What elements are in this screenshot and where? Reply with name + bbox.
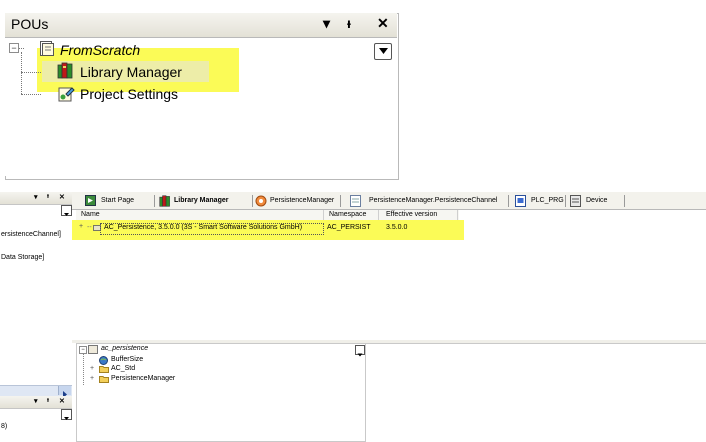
tab-separator — [565, 195, 566, 207]
tab-persistence-manager[interactable]: PersistenceManager — [255, 194, 335, 208]
expand-toggle[interactable]: + — [79, 223, 83, 230]
chevron-down-icon — [378, 48, 388, 54]
close-icon[interactable]: ✕ — [59, 193, 65, 201]
collapse-toggle[interactable]: − — [9, 43, 19, 53]
dock-list-item[interactable]: ersistenceChannel] — [1, 231, 61, 238]
library-books-icon — [159, 195, 170, 207]
tab-library-manager[interactable]: Library Manager — [159, 194, 249, 208]
column-header-name[interactable]: Name — [81, 211, 100, 218]
library-books-icon — [57, 62, 73, 79]
globe-icon — [99, 356, 108, 365]
tree-item-project-settings[interactable]: Project Settings — [80, 86, 178, 102]
document-icon — [350, 195, 361, 207]
expand-toggle[interactable]: + — [90, 365, 94, 372]
row-focus-rect — [100, 223, 324, 235]
persistence-icon — [255, 195, 267, 207]
library-contents-tree: − ac_persistence BufferSize + AC_Std + P… — [76, 343, 366, 442]
program-icon — [515, 195, 526, 207]
folder-icon — [99, 376, 109, 383]
start-page-icon — [85, 195, 96, 206]
pin-icon[interactable]: ᵻ — [347, 15, 351, 31]
scroll-right-button[interactable] — [58, 386, 71, 398]
tree-connector — [21, 94, 41, 95]
dock-dropdown-button[interactable] — [61, 205, 72, 216]
pou-panel-title: POUs — [11, 16, 49, 32]
tree-connector — [83, 353, 84, 385]
chevron-down-icon — [357, 353, 363, 357]
lower-tree-item[interactable]: BufferSize — [111, 356, 143, 363]
library-version-cell: 3.5.0.0 — [386, 224, 408, 231]
tree-connector — [21, 52, 22, 94]
tab-separator — [154, 195, 155, 207]
dock-dropdown-icon[interactable]: ▾ — [34, 397, 38, 405]
horizontal-scrollbar[interactable] — [0, 385, 72, 398]
close-icon[interactable]: ✕ — [377, 15, 389, 32]
left-dock: ▾ ᵻ ✕ ersistenceChannel] Data Storage] ▾… — [0, 192, 72, 440]
tab-plc-prg[interactable]: PLC_PRG — [515, 194, 564, 208]
tree-dropdown-button[interactable] — [355, 345, 365, 357]
pou-panel-titlebar: POUs ▾ ᵻ ✕ — [5, 13, 397, 38]
dock-header-secondary: ▾ ᵻ ✕ — [0, 396, 72, 409]
chevron-down-icon — [64, 417, 69, 420]
library-namespace-cell: AC_PERSIST — [327, 224, 371, 231]
dock-dropdown-button[interactable] — [61, 409, 72, 420]
tree-connector — [21, 72, 41, 73]
details-pane — [365, 343, 706, 441]
lower-tree-root[interactable]: ac_persistence — [101, 345, 148, 352]
chevron-down-icon — [64, 213, 69, 216]
library-icon — [88, 345, 98, 354]
panel-dropdown-icon[interactable]: ▾ — [323, 15, 330, 32]
lower-tree-item[interactable]: PersistenceManager — [111, 375, 175, 382]
lower-tree-item[interactable]: AC_Std — [111, 365, 135, 372]
device-icon — [570, 195, 581, 207]
dock-list-item[interactable]: 8) — [1, 423, 7, 430]
pin-icon[interactable]: ᵻ — [47, 193, 49, 200]
tab-persistence-channel[interactable]: PersistenceManager.PersistenceChannel — [350, 194, 505, 208]
tab-separator — [340, 195, 341, 207]
tab-start-page[interactable]: Start Page — [85, 194, 155, 208]
tree-item-library-manager[interactable]: Library Manager — [80, 64, 182, 80]
column-header-version[interactable]: Effective version — [386, 211, 437, 218]
pin-icon[interactable]: ᵻ — [47, 397, 49, 404]
project-icon — [40, 41, 54, 56]
tree-dropdown-button[interactable] — [374, 43, 392, 60]
tab-separator — [508, 195, 509, 207]
dock-dropdown-icon[interactable]: ▾ — [34, 193, 38, 201]
tab-separator — [252, 195, 253, 207]
tab-separator — [624, 195, 625, 207]
folder-icon — [99, 366, 109, 373]
column-header-namespace[interactable]: Namespace — [329, 211, 366, 218]
tab-device[interactable]: Device — [570, 194, 620, 208]
expand-toggle[interactable]: + — [90, 375, 94, 382]
close-icon[interactable]: ✕ — [59, 397, 65, 405]
editor-tab-bar: Start Page Library Manager PersistenceMa… — [72, 192, 706, 210]
tree-root-label[interactable]: FromScratch — [60, 42, 140, 58]
dock-header: ▾ ᵻ ✕ — [0, 192, 72, 205]
dock-list-item[interactable]: Data Storage] — [1, 254, 44, 261]
project-settings-icon — [58, 87, 75, 102]
tree-connector: -- — [87, 224, 92, 231]
